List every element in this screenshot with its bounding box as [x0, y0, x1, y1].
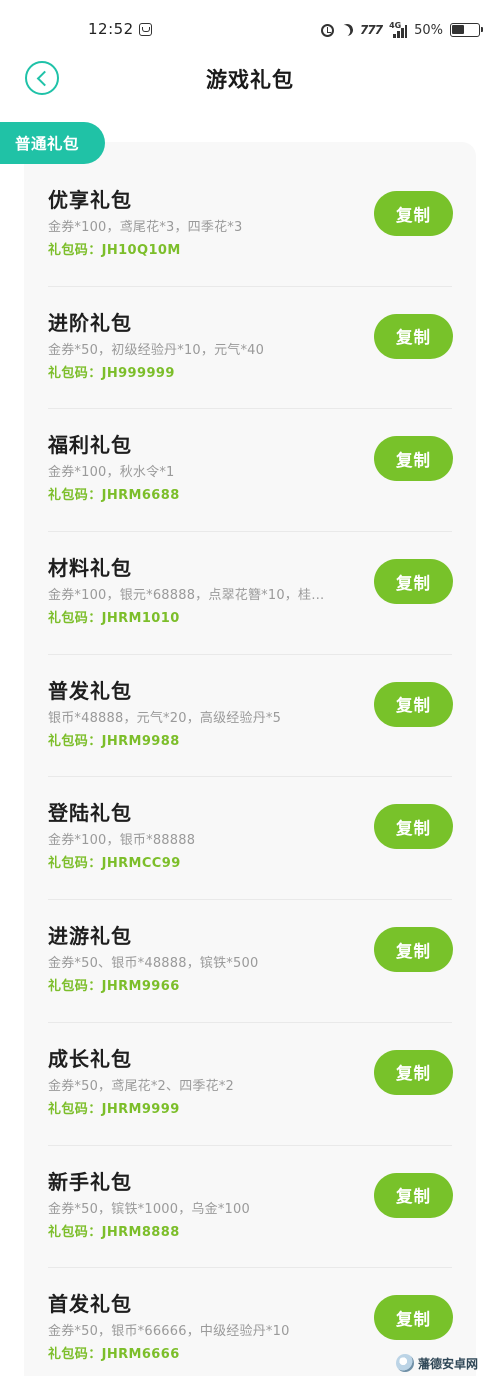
gift-name: 优享礼包 — [48, 188, 132, 212]
gift-contents: 金券*50，银币*66666，中级经验丹*10 — [48, 1324, 290, 1340]
alarm-icon — [321, 23, 335, 37]
gift-code: 礼包码：JHRM9999 — [48, 1101, 180, 1117]
gift-contents: 银币*48888，元气*20，高级经验丹*5 — [48, 710, 282, 726]
gift-code: 礼包码：JHRM9988 — [48, 733, 180, 749]
gift-contents: 金券*50，镔铁*1000，乌金*100 — [48, 1201, 250, 1217]
gift-list: 优享礼包 金券*100，鸢尾花*3，四季花*3 礼包码：JH10Q10M 复制 … — [24, 164, 476, 1376]
gift-code: 礼包码：JHRMCC99 — [48, 856, 181, 872]
gift-item: 普发礼包 银币*48888，元气*20，高级经验丹*5 礼包码：JHRM9988… — [24, 655, 476, 778]
copy-button[interactable]: 复制 — [374, 804, 453, 850]
gift-item: 福利礼包 金券*100，秋水令*1 礼包码：JHRM6688 复制 — [24, 409, 476, 533]
watermark-text: 藩德安卓网 — [418, 1356, 479, 1371]
copy-button[interactable]: 复制 — [374, 1295, 453, 1341]
copy-button[interactable]: 复制 — [374, 313, 453, 359]
watermark: 藩德安卓网 — [396, 1350, 500, 1376]
do-not-disturb-icon — [339, 22, 354, 37]
gift-item: 新手礼包 金券*50，镔铁*1000，乌金*100 礼包码：JHRM8888 复… — [24, 1146, 476, 1269]
copy-button[interactable]: 复制 — [374, 559, 453, 605]
gift-item: 优享礼包 金券*100，鸢尾花*3，四季花*3 礼包码：JH10Q10M 复制 — [24, 164, 476, 287]
signal-icon: 4G — [389, 20, 408, 38]
gift-contents: 金券*100，银元*68888，点翠花簪*10，桂花… — [48, 588, 336, 604]
gift-item: 进阶礼包 金券*50，初级经验丹*10，元气*40 礼包码：JH999999 复… — [24, 287, 476, 410]
gift-contents: 金券*100，银币*88888 — [48, 833, 196, 849]
gift-name: 成长礼包 — [48, 1046, 132, 1071]
gift-item: 登陆礼包 金券*100，银币*88888 礼包码：JHRMCC99 复制 — [24, 777, 476, 901]
gift-contents: 金券*50、银币*48888，镔铁*500 — [48, 956, 259, 972]
copy-button[interactable]: 复制 — [374, 1172, 453, 1218]
gift-code: 礼包码：JHRM6666 — [48, 1347, 180, 1363]
status-indicators: 777 4G 50% — [321, 20, 483, 39]
copy-button[interactable]: 复制 — [374, 927, 453, 973]
gift-contents: 金券*50，鸢尾花*2、四季花*2 — [48, 1078, 234, 1094]
gift-name: 首发礼包 — [48, 1292, 132, 1317]
gift-item: 成长礼包 金券*50，鸢尾花*2、四季花*2 礼包码：JHRM9999 复制 — [24, 1023, 476, 1146]
watermark-logo-icon — [396, 1354, 414, 1372]
gift-name: 普发礼包 — [48, 678, 132, 703]
network-speed-icon: 777 — [360, 23, 383, 37]
gift-name: 材料礼包 — [48, 556, 132, 581]
status-time: 12:52 — [88, 20, 134, 38]
gift-code: 礼包码：JHRM1010 — [48, 611, 180, 627]
tab-normal-gifts[interactable]: 普通礼包 — [0, 122, 105, 164]
gift-item: 进游礼包 金券*50、银币*48888，镔铁*500 礼包码：JHRM9966 … — [24, 900, 476, 1023]
status-bar: 12:52 777 4G 50% — [0, 0, 500, 60]
gift-code: 礼包码：JH10Q10M — [48, 243, 181, 258]
gift-contents: 金券*100，秋水令*1 — [48, 465, 175, 481]
page-title: 游戏礼包 — [206, 68, 294, 92]
gift-name: 福利礼包 — [48, 433, 132, 458]
notification-icon — [139, 23, 152, 36]
gift-name: 进游礼包 — [48, 924, 132, 949]
gift-contents: 金券*100，鸢尾花*3，四季花*3 — [48, 220, 243, 235]
header: 游戏礼包 — [0, 58, 500, 98]
gift-code: 礼包码：JHRM9966 — [48, 979, 180, 995]
network-type: 4G — [389, 20, 402, 30]
copy-button[interactable]: 复制 — [374, 191, 453, 236]
gift-name: 进阶礼包 — [48, 310, 132, 335]
copy-button[interactable]: 复制 — [374, 681, 453, 727]
copy-button[interactable]: 复制 — [374, 436, 453, 482]
gift-name: 新手礼包 — [48, 1169, 132, 1194]
gift-item: 材料礼包 金券*100，银元*68888，点翠花簪*10，桂花… 礼包码：JHR… — [24, 532, 476, 655]
gift-contents: 金券*50，初级经验丹*10，元气*40 — [48, 342, 265, 358]
copy-button[interactable]: 复制 — [374, 1049, 453, 1095]
gift-code: 礼包码：JHRM6688 — [48, 488, 180, 504]
gift-name: 登陆礼包 — [48, 801, 132, 826]
battery-percent: 50% — [414, 22, 443, 38]
gift-code: 礼包码：JH999999 — [48, 365, 175, 381]
gift-code: 礼包码：JHRM8888 — [48, 1224, 180, 1240]
battery-icon — [450, 23, 483, 37]
